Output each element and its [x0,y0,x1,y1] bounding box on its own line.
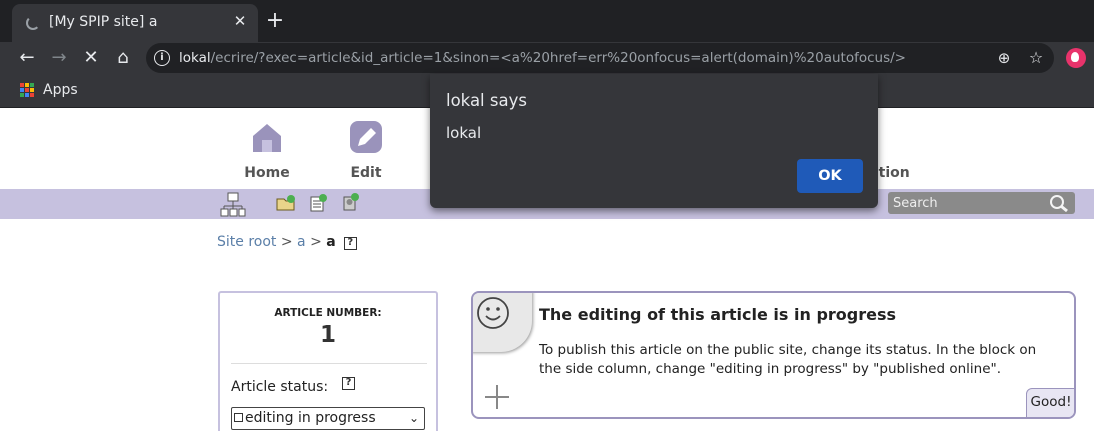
site-tree-icon[interactable] [220,192,246,218]
breadcrumb-section[interactable]: a [297,234,306,250]
home-button-icon[interactable]: ⌂ [110,46,136,70]
article-status-label: Article status: [231,379,329,395]
status-help-icon[interactable]: ? [342,377,355,390]
apps-grid-icon[interactable] [20,83,34,97]
smiley-badge [473,293,532,352]
browser-tab[interactable]: [My SPIP site] a ✕ [12,4,258,42]
status-dot-icon [234,413,243,422]
plus-icon [485,385,509,409]
article-number: 1 [319,322,336,348]
site-info-icon[interactable]: i [154,50,170,66]
divider [231,363,427,364]
new-tab-icon[interactable]: + [262,8,288,34]
breadcrumb-site-root[interactable]: Site root [217,234,276,250]
good-button[interactable]: Good! [1026,388,1074,417]
close-tab-icon[interactable]: ✕ [230,11,250,31]
back-icon[interactable]: ← [14,46,40,70]
article-status-select[interactable]: editing in progress ⌄ [231,407,425,430]
browser-toolbar: ← → ✕ ⌂ i lokal/ecrire/?exec=article&id_… [0,42,1094,74]
help-icon[interactable]: ? [343,237,357,250]
new-author-icon[interactable] [342,193,360,211]
home-icon [253,124,281,152]
alert-dialog: lokal says lokal OK [430,74,878,208]
address-bar[interactable]: i lokal/ecrire/?exec=article&id_article=… [146,43,1054,73]
url-text[interactable]: lokal/ecrire/?exec=article&id_article=1&… [179,50,906,66]
forward-icon[interactable]: → [46,46,72,70]
apps-bookmark[interactable]: Apps [43,82,78,98]
tab-title: [My SPIP site] a [49,14,158,30]
edit-pencil-icon [350,121,382,153]
new-article-icon[interactable] [310,194,328,212]
bookmark-star-icon[interactable]: ☆ [1026,48,1046,68]
article-number-label: ARTICLE NUMBER: [274,307,382,319]
editing-notice: The editing of this article is in progre… [471,291,1076,419]
dialog-message: lokal [446,124,482,142]
article-info-box: ARTICLE NUMBER: 1 Article status: ? edit… [218,291,438,431]
search-icon[interactable] [1048,193,1070,213]
stop-loading-icon[interactable]: ✕ [78,46,104,70]
search-input[interactable] [890,193,1040,213]
notice-title: The editing of this article is in progre… [539,305,897,324]
zoom-icon[interactable]: ⊕ [994,48,1014,68]
ok-button[interactable]: OK [797,159,863,193]
chevron-down-icon: ⌄ [408,411,419,425]
dialog-title: lokal says [446,91,527,110]
loading-spinner-icon [26,16,40,30]
breadcrumb-current: a [326,234,336,250]
smiley-icon [477,297,509,329]
new-section-icon[interactable] [276,194,296,212]
browser-tab-strip: [My SPIP site] a ✕ + [0,0,1094,42]
profile-avatar-icon[interactable] [1066,48,1086,68]
search-box [888,192,1075,214]
breadcrumb: Site root > a > a? [217,234,357,250]
notice-text: To publish this article on the public si… [539,342,1037,377]
